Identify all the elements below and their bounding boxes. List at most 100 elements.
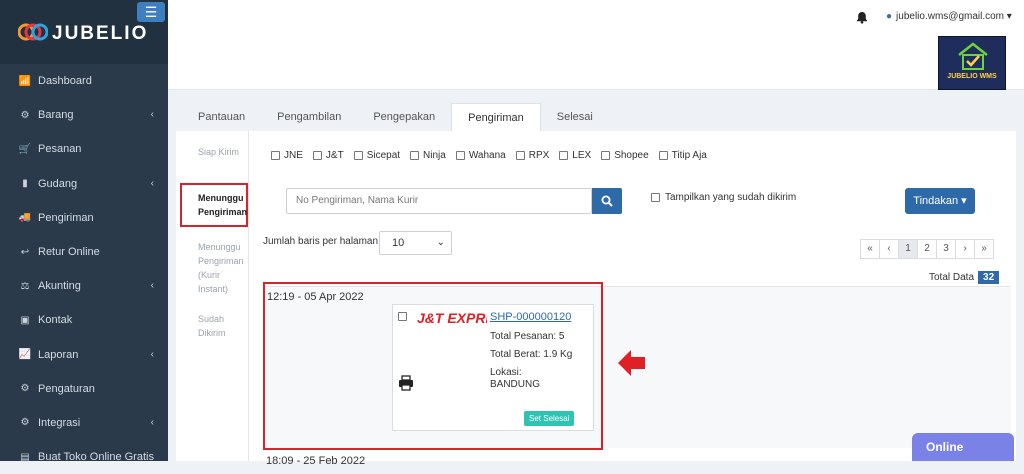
chevron-down-icon: ⌄ [436,237,445,248]
highlight-box [263,282,603,450]
checkbox[interactable] [455,151,465,160]
wms-logo-text: JUBELIO WMS [947,73,997,80]
tindakan-dropdown-button[interactable]: Tindakan ▾ [905,188,975,214]
courier-label: RPX [528,150,550,161]
sidebar-item-laporan[interactable]: 📈 Laporan ‹ [0,338,168,372]
tab-pengepakan[interactable]: Pengepakan [357,103,451,131]
checkbox[interactable] [651,193,660,202]
sidebar-item-label: Barang [38,109,74,122]
rows-per-page-select[interactable]: 10 ⌄ [379,231,452,255]
total-data-badge: 32 [978,271,1000,284]
checkbox[interactable] [353,151,363,160]
return-icon: ↩ [20,246,30,258]
courier-label: Titip Aja [671,150,707,161]
barang-icon: ⚙ [20,109,30,121]
rows-per-page-value: 10 [392,237,405,249]
checkbox[interactable] [410,151,420,160]
page-1[interactable]: 1 [898,239,918,259]
page-2[interactable]: 2 [917,239,937,259]
chevron-left-icon: ‹ [150,416,154,428]
checkbox[interactable] [601,151,611,160]
courier-filter-wahana[interactable]: Wahana [455,150,506,161]
sidebar-item-buat-toko[interactable]: ▤ Buat Toko Online Gratis [0,440,168,474]
subnav-siap-kirim[interactable]: Siap Kirim [180,145,250,159]
scale-icon: ⚖ [20,280,30,292]
user-icon: ● [886,11,893,22]
sidebar-item-label: Integrasi [38,416,81,429]
search-button[interactable] [592,188,622,214]
store-icon: ▤ [20,451,30,463]
page-last[interactable]: » [974,239,994,259]
show-sent-label: Tampilkan yang sudah dikirim [665,192,797,203]
courier-filter-shopee[interactable]: Shopee [601,150,649,161]
sidebar-item-label: Retur Online [38,246,100,259]
group-date: 18:09 - 25 Feb 2022 [266,455,366,467]
subnav-menunggu-pengiriman[interactable]: Menunggu Pengiriman [180,183,248,227]
cart-icon: 🛒 [18,143,32,155]
tab-pengambilan[interactable]: Pengambilan [261,103,357,131]
sidebar-item-label: Akunting [38,280,81,293]
integration-icon: ⚙ [20,417,30,429]
sidebar-item-label: Buat Toko Online Gratis [38,451,154,464]
sidebar-item-dashboard[interactable]: 📶 Dashboard [0,64,168,98]
courier-label: Wahana [468,150,506,161]
tab-selesai[interactable]: Selesai [541,103,609,131]
sidebar-item-label: Pesanan [38,143,82,156]
courier-label: Shopee [614,150,649,161]
chevron-left-icon: ‹ [150,280,154,292]
contact-card-icon: ▣ [20,314,30,326]
sidebar-item-label: Pengiriman [38,211,94,224]
brand-header: JUBELIO ☰ [0,0,168,64]
checkbox[interactable] [658,151,668,160]
sidebar-item-barang[interactable]: ⚙ Barang ‹ [0,98,168,132]
page-next[interactable]: › [955,239,975,259]
sidebar-item-retur-online[interactable]: ↩ Retur Online [0,235,168,269]
chevron-left-icon: ‹ [150,109,154,121]
tab-pantauan[interactable]: Pantauan [182,103,261,131]
checkbox[interactable] [271,151,280,160]
courier-label: Ninja [423,150,446,161]
bell-icon[interactable] [856,11,868,27]
sidebar-item-label: Gudang [38,177,78,190]
online-chat-button[interactable]: Online [912,433,1014,461]
courier-filter-titip-aja[interactable]: Titip Aja [658,150,707,161]
sidebar-item-integrasi[interactable]: ⚙ Integrasi ‹ [0,406,168,440]
courier-filter-ninja[interactable]: Ninja [410,150,446,161]
subnav-sudah-dikirim[interactable]: Sudah Dikirim [180,312,250,340]
courier-filter-jne[interactable]: JNE [271,150,303,161]
tab-pengiriman[interactable]: Pengiriman [451,103,541,131]
page-first[interactable]: « [860,239,880,259]
chevron-down-icon: ▾ [1006,11,1012,22]
subnav-menunggu-pengiriman-instant[interactable]: Menunggu Pengiriman (Kurir Instant) [180,240,250,296]
sidebar-nav: 📶 Dashboard ⚙ Barang ‹ 🛒 Pesanan ▮ Gudang ‹ 🚚 P… [0,64,168,474]
line-chart-icon: 📈 [18,349,32,361]
courier-filter-jnt[interactable]: J&T [312,150,344,161]
sidebar-item-pesanan[interactable]: 🛒 Pesanan [0,132,168,166]
courier-filter-lex[interactable]: LEX [559,150,591,161]
courier-filter-sicepat[interactable]: Sicepat [353,150,400,161]
sidebar-item-pengiriman[interactable]: 🚚 Pengiriman [0,201,168,235]
page-prev[interactable]: ‹ [879,239,899,259]
search-input[interactable]: No Pengiriman, Nama Kurir [286,188,592,214]
sidebar-item-akunting[interactable]: ⚖ Akunting ‹ [0,269,168,303]
sidebar-item-kontak[interactable]: ▣ Kontak [0,303,168,337]
checkbox[interactable] [559,151,569,160]
warehouse-check-icon [958,42,988,70]
show-sent-toggle[interactable]: Tampilkan yang sudah dikirim [651,192,796,203]
settings-icon: ⚙ [20,383,30,395]
shipping-subnav: Siap Kirim Menunggu Pengiriman Menunggu … [176,131,248,461]
user-email: jubelio.wms@gmail.com [896,11,1005,22]
courier-filter-rpx[interactable]: RPX [515,150,550,161]
checkbox[interactable] [515,151,525,160]
sidebar-item-pengaturan[interactable]: ⚙ Pengaturan [0,372,168,406]
arrow-left-icon [618,350,645,376]
checkbox[interactable] [312,151,322,160]
search-icon [601,195,613,207]
menu-toggle-button[interactable]: ☰ [137,2,165,22]
user-menu[interactable]: ● jubelio.wms@gmail.com ▾ [886,11,1012,22]
sidebar: JUBELIO ☰ 📶 Dashboard ⚙ Barang ‹ 🛒 Pesanan ▮… [0,0,168,463]
sidebar-item-gudang[interactable]: ▮ Gudang ‹ [0,167,168,201]
courier-label: J&T [325,150,344,161]
jubelio-wms-logo: JUBELIO WMS [938,36,1006,90]
page-3[interactable]: 3 [936,239,956,259]
